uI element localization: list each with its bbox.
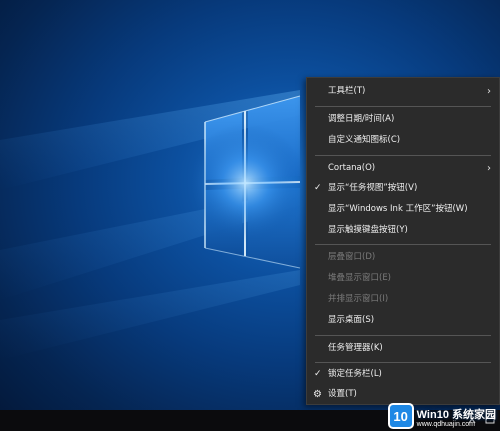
menu-item-customize-notification-icons[interactable]: 自定义通知图标(C)	[307, 131, 499, 150]
menu-item-label: 显示“Windows Ink 工作区”按钮(W)	[328, 204, 468, 214]
menu-item-label: 工具栏(T)	[328, 86, 366, 96]
menu-item-show-task-view-button[interactable]: ✓ 显示“任务视图”按钮(V)	[307, 179, 499, 198]
menu-item-label: 层叠窗口(D)	[328, 252, 376, 262]
taskbar-context-menu: 工具栏(T) › 调整日期/时间(A) 自定义通知图标(C) Cortana(O…	[306, 77, 500, 405]
menu-separator	[315, 106, 491, 107]
menu-item-label: 调整日期/时间(A)	[328, 114, 395, 124]
gear-icon: ⚙	[313, 389, 322, 400]
chevron-right-icon: ›	[487, 86, 491, 97]
menu-item-label: 自定义通知图标(C)	[328, 135, 401, 145]
menu-item-label: 锁定任务栏(L)	[328, 369, 382, 379]
menu-item-label: 设置(T)	[328, 389, 357, 399]
watermark-title: Win10 系统家园	[416, 409, 496, 422]
site-watermark: 10 Win10 系统家园 www.qdhuajin.com	[387, 403, 496, 429]
menu-item-show-touch-keyboard-button[interactable]: 显示触摸键盘按钮(Y)	[307, 221, 499, 240]
menu-item-toolbars[interactable]: 工具栏(T) ›	[307, 82, 499, 101]
menu-item-lock-taskbar[interactable]: ✓ 锁定任务栏(L)	[307, 365, 499, 384]
menu-item-adjust-date-time[interactable]: 调整日期/时间(A)	[307, 110, 499, 129]
menu-separator	[315, 155, 491, 156]
menu-separator	[315, 362, 491, 363]
menu-item-label: 显示触摸键盘按钮(Y)	[328, 225, 408, 235]
menu-item-settings[interactable]: ⚙ 设置(T)	[307, 385, 499, 404]
menu-item-show-desktop[interactable]: 显示桌面(S)	[307, 311, 499, 330]
menu-item-side-by-side-windows[interactable]: 并排显示窗口(I)	[307, 290, 499, 309]
menu-separator	[315, 244, 491, 245]
menu-item-label: 任务管理器(K)	[328, 343, 383, 353]
menu-item-cortana[interactable]: Cortana(O) ›	[307, 159, 499, 178]
menu-item-stack-windows[interactable]: 堆叠显示窗口(E)	[307, 269, 499, 288]
checkmark-icon: ✓	[314, 183, 322, 193]
menu-item-task-manager[interactable]: 任务管理器(K)	[307, 339, 499, 358]
menu-item-label: 堆叠显示窗口(E)	[328, 273, 392, 283]
menu-item-label: 显示桌面(S)	[328, 315, 375, 325]
menu-separator	[315, 335, 491, 336]
watermark-url: www.qdhuajin.com	[416, 421, 476, 429]
menu-item-show-windows-ink-button[interactable]: 显示“Windows Ink 工作区”按钮(W)	[307, 200, 499, 219]
checkmark-icon: ✓	[314, 369, 322, 379]
chevron-right-icon: ›	[487, 163, 491, 174]
menu-item-cascade-windows[interactable]: 层叠窗口(D)	[307, 248, 499, 267]
menu-item-label: 并排显示窗口(I)	[328, 294, 389, 304]
desktop-screen: 工具栏(T) › 调整日期/时间(A) 自定义通知图标(C) Cortana(O…	[0, 0, 500, 431]
menu-item-label: 显示“任务视图”按钮(V)	[328, 183, 418, 193]
watermark-logo: 10	[387, 403, 414, 429]
watermark-text: Win10 系统家园 www.qdhuajin.com	[417, 409, 496, 429]
menu-item-label: Cortana(O)	[328, 163, 376, 173]
